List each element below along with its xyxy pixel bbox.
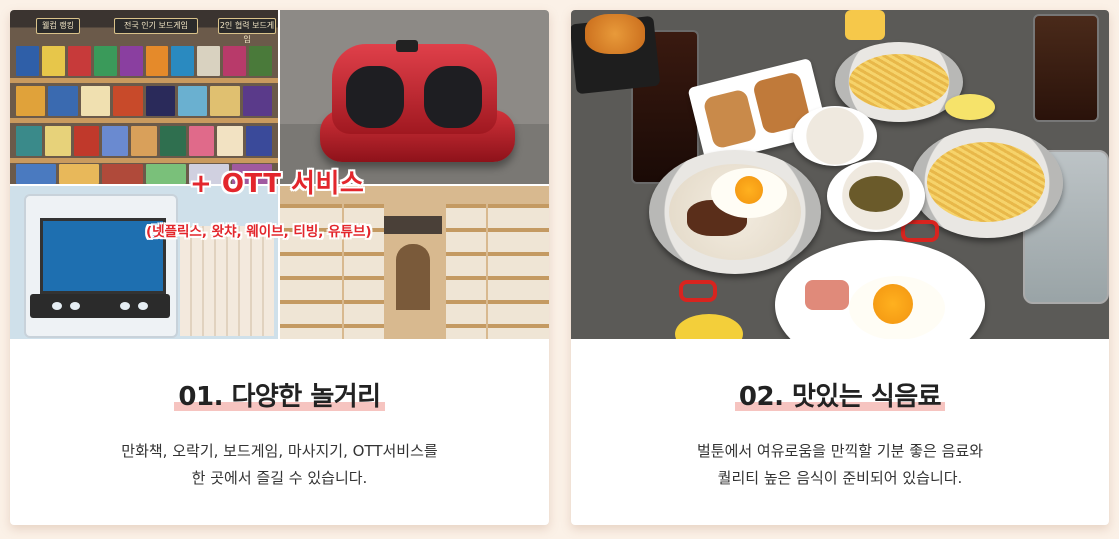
ott-service-title: + OTT 서비스 [190, 169, 365, 199]
egg-rice-pan [649, 150, 821, 274]
card-heading-text: 01. 다양한 놀거리 [178, 382, 381, 412]
feature-card-entertainment: 웰컴 랭킹 전국 인기 보드게임 2인 협력 보드게임 + OTT 서비스 (넷… [10, 10, 549, 525]
boardgame-shelf-photo: 웰컴 랭킹 전국 인기 보드게임 2인 협력 보드게임 [10, 10, 278, 184]
egg-bacon-plate [775, 240, 985, 339]
card-description-line: 한 곳에서 즐길 수 있습니다. [191, 469, 368, 487]
card-heading: 02. 맛있는 식음료 [734, 376, 946, 413]
card-description-line: 벌툰에서 여유로움을 만끽할 기분 좋은 음료와 [696, 442, 984, 460]
shelf-sign: 2인 협력 보드게임 [218, 18, 276, 44]
soup-bowl [827, 160, 925, 232]
entertainment-collage-image: 웰컴 랭킹 전국 인기 보드게임 2인 협력 보드게임 + OTT 서비스 (넷… [10, 10, 549, 339]
card-description: 만화책, 오락기, 보드게임, 마사지기, OTT서비스를 한 곳에서 즐길 수… [10, 438, 549, 492]
ott-service-list: (넷플릭스, 왓챠, 웨이브, 티빙, 유튜브) [146, 224, 372, 240]
comic-library-photo [280, 186, 549, 339]
card-description-line: 퀄리티 높은 음식이 준비되어 있습니다. [717, 469, 963, 487]
card-heading: 01. 다양한 놀거리 [174, 376, 385, 413]
card-description-line: 만화책, 오락기, 보드게임, 마사지기, OTT서비스를 [121, 442, 438, 460]
card-heading-text: 02. 맛있는 식음료 [738, 382, 942, 412]
pickled-radish-dish [945, 94, 995, 120]
iced-tea-glass [1033, 14, 1099, 122]
feature-card-food: 02. 맛있는 식음료 벌툰에서 여유로움을 만끽할 기분 좋은 음료와 퀄리티… [571, 10, 1109, 525]
foot-massager-photo [280, 10, 549, 184]
card-description: 벌툰에서 여유로움을 만끽할 기분 좋은 음료와 퀄리티 높은 음식이 준비되어… [571, 438, 1109, 492]
arcade-machine-photo [10, 186, 278, 339]
food-and-drinks-photo [571, 10, 1109, 339]
side-bowl [793, 106, 877, 166]
shelf-sign: 웰컴 랭킹 [36, 18, 80, 34]
pickle-bowl [675, 314, 743, 339]
shelf-sign: 전국 인기 보드게임 [114, 18, 198, 34]
